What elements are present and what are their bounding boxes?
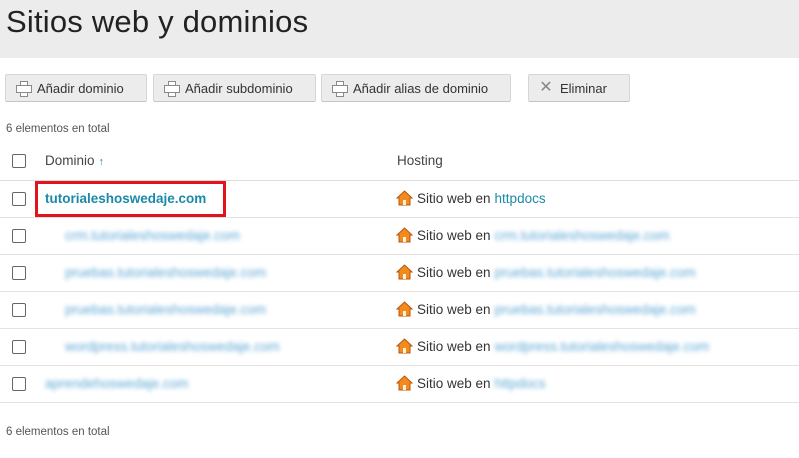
table-row: aprendehoswedaje.com Sitio web en httpdo…	[0, 366, 799, 403]
select-all-checkbox[interactable]	[12, 154, 26, 168]
house-icon	[396, 190, 413, 206]
column-hosting-header: Hosting	[397, 153, 443, 168]
hosting-path-link[interactable]: pruebas.tutorialeshoswedaje.com	[495, 302, 696, 317]
add-alias-label: Añadir alias de dominio	[353, 80, 489, 96]
table-row: pruebas.tutorialeshoswedaje.com Sitio we…	[0, 292, 799, 329]
domain-link[interactable]: pruebas.tutorialeshoswedaje.com	[65, 265, 266, 280]
add-domain-label: Añadir dominio	[37, 80, 124, 96]
items-total-top: 6 elementos en total	[6, 123, 110, 135]
plus-icon	[164, 81, 180, 97]
row-checkbox[interactable]	[12, 303, 26, 317]
hosting-path-link[interactable]: httpdocs	[495, 376, 546, 391]
plus-icon	[332, 81, 348, 97]
domain-link[interactable]: wordpress.tutorialeshoswedaje.com	[65, 339, 280, 354]
house-icon	[396, 338, 413, 354]
row-checkbox[interactable]	[12, 340, 26, 354]
house-icon	[396, 375, 413, 391]
row-checkbox[interactable]	[12, 192, 26, 206]
remove-label: Eliminar	[560, 80, 607, 96]
house-icon	[396, 227, 413, 243]
hosting-cell: Sitio web en httpdocs	[396, 375, 546, 391]
table-header: Dominio ↑ Hosting	[0, 143, 799, 181]
hosting-cell: Sitio web en pruebas.tutorialeshoswedaje…	[396, 264, 696, 280]
hosting-cell: Sitio web en pruebas.tutorialeshoswedaje…	[396, 301, 696, 317]
hosting-cell: Sitio web en crm.tutorialeshoswedaje.com	[396, 227, 669, 243]
hosting-path-link[interactable]: pruebas.tutorialeshoswedaje.com	[495, 265, 696, 280]
row-checkbox[interactable]	[12, 377, 26, 391]
row-checkbox[interactable]	[12, 229, 26, 243]
plus-icon	[16, 81, 32, 97]
domain-link[interactable]: crm.tutorialeshoswedaje.com	[65, 228, 240, 243]
row-checkbox[interactable]	[12, 266, 26, 280]
hosting-path-link[interactable]: httpdocs	[495, 191, 546, 206]
house-icon	[396, 264, 413, 280]
add-subdomain-button[interactable]: Añadir subdominio	[153, 74, 316, 102]
page-title: Sitios web y dominios	[6, 4, 309, 39]
domain-link[interactable]: pruebas.tutorialeshoswedaje.com	[65, 302, 266, 317]
house-icon	[396, 301, 413, 317]
items-total-bottom: 6 elementos en total	[6, 426, 110, 438]
sort-ascending-icon: ↑	[98, 156, 105, 168]
hosting-path-link[interactable]: wordpress.tutorialeshoswedaje.com	[495, 339, 710, 354]
hosting-cell: Sitio web en wordpress.tutorialeshosweda…	[396, 338, 709, 354]
table-row: pruebas.tutorialeshoswedaje.com Sitio we…	[0, 255, 799, 292]
add-domain-button[interactable]: Añadir dominio	[5, 74, 147, 102]
page-header: Sitios web y dominios	[0, 0, 799, 58]
x-icon: ✕	[539, 79, 553, 96]
add-subdomain-label: Añadir subdominio	[185, 80, 293, 96]
table-row: wordpress.tutorialeshoswedaje.com Sitio …	[0, 329, 799, 366]
domain-link[interactable]: aprendehoswedaje.com	[45, 376, 188, 391]
table-row: crm.tutorialeshoswedaje.com Sitio web en…	[0, 218, 799, 255]
hosting-cell: Sitio web en httpdocs	[396, 190, 546, 206]
remove-button[interactable]: ✕ Eliminar	[528, 74, 630, 102]
add-domain-alias-button[interactable]: Añadir alias de dominio	[321, 74, 511, 102]
hosting-path-link[interactable]: crm.tutorialeshoswedaje.com	[495, 228, 670, 243]
column-domain-header[interactable]: Dominio ↑	[45, 153, 104, 168]
domain-highlight-box	[35, 181, 226, 217]
